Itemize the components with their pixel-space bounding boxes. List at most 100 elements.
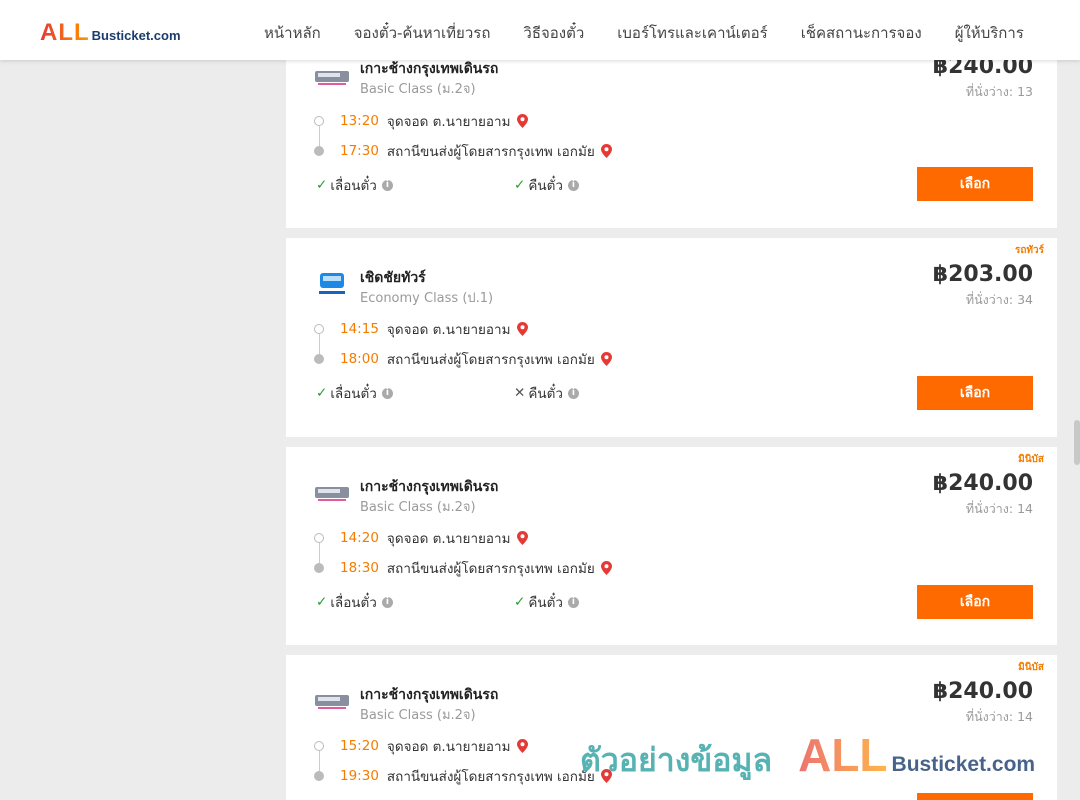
operator-name: เกาะช้างกรุงเทพเดินรถ	[360, 61, 499, 77]
reschedule-label: เลื่อนตั๋ว	[330, 386, 377, 402]
refund-feature: ✓ คืนตั๋ว i	[514, 591, 579, 613]
nav-book-search[interactable]: จองตั๋ว-ค้นหาเที่ยวรถ	[354, 21, 491, 45]
map-pin-icon[interactable]	[516, 114, 528, 128]
check-icon: ✓	[316, 177, 328, 193]
depart-time: 14:15	[340, 321, 379, 337]
arrive-dot-icon	[314, 354, 324, 364]
cross-icon: ✕	[514, 385, 526, 401]
reschedule-feature: ✓ เลื่อนตั๋ว i	[316, 382, 393, 404]
check-icon: ✓	[514, 594, 526, 610]
trip-card: รถทัวร์ เชิดชัยทัวร์ Economy Class (ป.1)…	[286, 238, 1057, 437]
depart-place: จุดจอด ต.นายายอาม	[386, 739, 511, 755]
operator-logo-icon	[314, 690, 350, 712]
trip-price: ฿240.00	[932, 471, 1033, 496]
arrive-row: 17:30 สถานีขนส่งผู้โดยสารกรุงเทพ เอกมัย	[314, 140, 612, 162]
watermark-all: ALL	[798, 729, 888, 781]
operator-name: เกาะช้างกรุงเทพเดินรถ	[360, 687, 499, 703]
nav-contact-counter[interactable]: เบอร์โทรและเคาน์เตอร์	[617, 21, 767, 45]
reschedule-feature: ✓ เลื่อนตั๋ว i	[316, 174, 393, 196]
nav-operators[interactable]: ผู้ให้บริการ	[955, 21, 1024, 45]
operator-logo-icon	[314, 66, 350, 88]
nav-how-to-book[interactable]: วิธีจองตั๋ว	[523, 21, 584, 45]
map-pin-icon[interactable]	[516, 531, 528, 545]
bus-type-tag: รถทัวร์	[1014, 245, 1044, 256]
info-icon[interactable]: i	[381, 179, 393, 191]
nav-home[interactable]: หน้าหลัก	[264, 21, 321, 45]
bus-type-tag: มินิบัส	[1018, 454, 1044, 465]
info-icon[interactable]: i	[381, 387, 393, 399]
operator-logo-icon	[314, 273, 350, 296]
map-pin-icon[interactable]	[600, 144, 612, 158]
depart-row: 14:20 จุดจอด ต.นายายอาม	[314, 527, 528, 549]
arrive-row: 18:30 สถานีขนส่งผู้โดยสารกรุงเทพ เอกมัย	[314, 557, 612, 579]
trip-price: ฿240.00	[932, 679, 1033, 704]
arrive-place: สถานีขนส่งผู้โดยสารกรุงเทพ เอกมัย	[386, 352, 595, 368]
check-icon: ✓	[514, 177, 526, 193]
select-button[interactable]: เลือก	[917, 167, 1033, 201]
seats-available: ที่นั่งว่าง: 14	[965, 501, 1033, 516]
depart-dot-icon	[314, 116, 324, 126]
bus-class: Basic Class (ม.2จ)	[360, 82, 476, 97]
arrive-place: สถานีขนส่งผู้โดยสารกรุงเทพ เอกมัย	[386, 144, 595, 160]
arrive-row: 18:00 สถานีขนส่งผู้โดยสารกรุงเทพ เอกมัย	[314, 348, 612, 370]
depart-time: 13:20	[340, 113, 379, 129]
depart-row: 15:20 จุดจอด ต.นายายอาม	[314, 735, 528, 757]
arrive-place: สถานีขนส่งผู้โดยสารกรุงเทพ เอกมัย	[386, 769, 595, 785]
depart-row: 14:15 จุดจอด ต.นายายอาม	[314, 318, 528, 340]
page-scrollbar[interactable]	[1074, 420, 1080, 465]
depart-time: 14:20	[340, 530, 379, 546]
map-pin-icon[interactable]	[600, 561, 612, 575]
watermark: ตัวอย่างข้อมูล ALL Busticket.com	[580, 728, 1035, 786]
reschedule-label: เลื่อนตั๋ว	[330, 178, 377, 194]
depart-dot-icon	[314, 533, 324, 543]
logo-all: ALL	[40, 19, 90, 46]
map-pin-icon[interactable]	[600, 352, 612, 366]
check-icon: ✓	[316, 385, 328, 401]
select-button[interactable]: เลือก	[917, 585, 1033, 619]
select-button[interactable]	[917, 793, 1033, 800]
main-nav: หน้าหลัก จองตั๋ว-ค้นหาเที่ยวรถ วิธีจองตั…	[264, 21, 1024, 45]
refund-label: คืนตั๋ว	[528, 386, 563, 402]
depart-dot-icon	[314, 741, 324, 751]
watermark-sample-text: ตัวอย่างข้อมูล	[580, 741, 773, 779]
arrive-dot-icon	[314, 563, 324, 573]
logo-text: Busticket.com	[91, 28, 181, 43]
seats-available: ที่นั่งว่าง: 14	[965, 709, 1033, 724]
arrive-dot-icon	[314, 771, 324, 781]
trip-card: มินิบัส เกาะช้างกรุงเทพเดินรถ Basic Clas…	[286, 447, 1057, 645]
refund-label: คืนตั๋ว	[528, 595, 563, 611]
bus-class: Economy Class (ป.1)	[360, 291, 494, 306]
refund-feature: ✕ คืนตั๋ว i	[514, 382, 579, 404]
seats-available: ที่นั่งว่าง: 34	[965, 292, 1033, 307]
watermark-site: Busticket.com	[891, 753, 1036, 776]
operator-name: เกาะช้างกรุงเทพเดินรถ	[360, 479, 499, 495]
map-pin-icon[interactable]	[516, 739, 528, 753]
arrive-place: สถานีขนส่งผู้โดยสารกรุงเทพ เอกมัย	[386, 561, 595, 577]
bus-type-tag: มินิบัส	[1018, 662, 1044, 673]
depart-place: จุดจอด ต.นายายอาม	[386, 531, 511, 547]
bus-class: Basic Class (ม.2จ)	[360, 708, 476, 723]
info-icon[interactable]: i	[381, 596, 393, 608]
info-icon[interactable]: i	[567, 179, 579, 191]
info-icon[interactable]: i	[567, 387, 579, 399]
depart-time: 15:20	[340, 738, 379, 754]
depart-dot-icon	[314, 324, 324, 334]
arrive-time: 17:30	[340, 143, 379, 159]
arrive-time: 18:30	[340, 560, 379, 576]
check-icon: ✓	[316, 594, 328, 610]
trip-price: ฿203.00	[932, 262, 1033, 287]
reschedule-label: เลื่อนตั๋ว	[330, 595, 377, 611]
bus-class: Basic Class (ม.2จ)	[360, 500, 476, 515]
arrive-time: 18:00	[340, 351, 379, 367]
operator-logo-icon	[314, 482, 350, 504]
select-button[interactable]: เลือก	[917, 376, 1033, 410]
site-logo[interactable]: ALL Busticket.com	[40, 19, 181, 47]
map-pin-icon[interactable]	[516, 322, 528, 336]
info-icon[interactable]: i	[567, 596, 579, 608]
nav-check-status[interactable]: เช็คสถานะการจอง	[801, 21, 922, 45]
site-header: ALL Busticket.com หน้าหลัก จองตั๋ว-ค้นหา…	[0, 0, 1080, 60]
depart-place: จุดจอด ต.นายายอาม	[386, 322, 511, 338]
seats-available: ที่นั่งว่าง: 13	[965, 84, 1033, 99]
arrive-dot-icon	[314, 146, 324, 156]
reschedule-feature: ✓ เลื่อนตั๋ว i	[316, 591, 393, 613]
